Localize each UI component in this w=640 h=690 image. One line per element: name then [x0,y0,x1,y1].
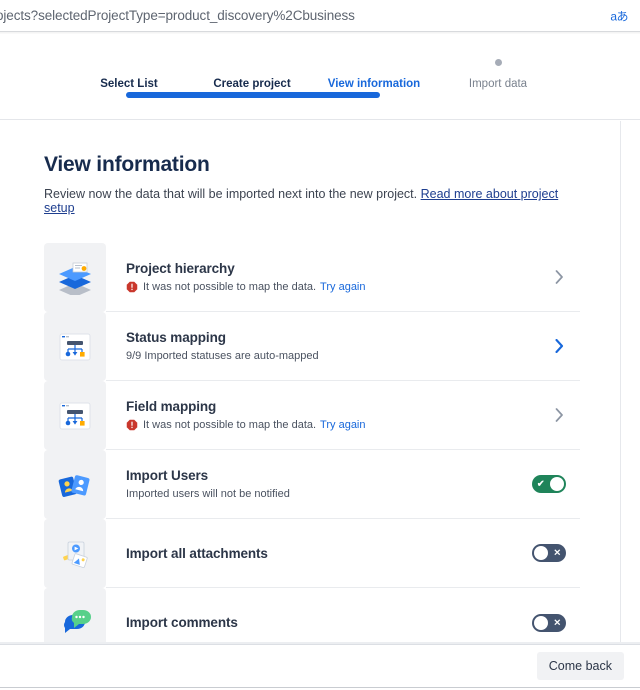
step-dot-icon [494,58,502,66]
step-label-1: Create project [213,78,291,90]
wizard-footer: Come back [0,644,640,688]
row-title: Field mapping [126,399,217,414]
row-status: Imported users will not be notified [126,488,532,500]
import-options-list: Project hierarchy It was not possible to… [44,243,580,642]
translate-icon[interactable]: aあ [610,7,628,24]
browser-url-bar[interactable]: ojects?selectedProjectType=product_disco… [0,0,640,32]
row-status: It was not possible to map the data. Try… [126,419,550,431]
step-label-0: Select List [100,78,158,90]
list-item[interactable]: Status mapping 9/9 Imported statuses are… [44,312,580,381]
page-description-text: Review now the data that will be importe… [44,187,418,201]
stepper-steps: Select List Create project View informat… [0,34,640,120]
row-icon-tile [44,312,106,381]
row-body: Import Users Imported users will not be … [106,450,580,519]
row-status-text: It was not possible to map the data. [143,419,317,431]
row-texts: Status mapping 9/9 Imported statuses are… [126,330,550,362]
chevron-right-icon[interactable] [550,406,568,424]
list-item[interactable]: Project hierarchy It was not possible to… [44,243,580,312]
field-mapping-icon [59,402,91,429]
toggle-knob [534,615,548,630]
comments-icon [64,609,91,633]
toggle-check-icon: ✔ [537,478,545,489]
import-attachments-toggle[interactable]: ✕ [532,544,566,562]
step-marker-2 [321,58,427,66]
users-cards-icon [58,474,90,497]
page-title: View information [44,153,210,176]
step-label-3: Import data [468,78,528,90]
chevron-right-icon[interactable] [550,337,568,355]
url-text[interactable]: ojects?selectedProjectType=product_disco… [0,8,355,23]
row-texts: Import Users Imported users will not be … [126,468,532,500]
row-status-text: It was not possible to map the data. [143,281,317,293]
row-title: Status mapping [126,330,226,345]
row-body: Import comments ✕ [106,588,580,642]
row-texts: Field mapping It was not possible to map… [126,399,550,431]
progress-bar-filled [126,92,380,98]
row-icon-tile [44,243,106,312]
list-item[interactable]: Field mapping It was not possible to map… [44,381,580,450]
row-icon-tile [44,381,106,450]
try-again-link[interactable]: Try again [320,419,365,431]
step-label-2: View information [327,78,421,90]
row-status-text: 9/9 Imported statuses are auto-mapped [126,350,319,362]
status-mapping-icon [59,333,91,360]
progress-stepper: Select List Create project View informat… [0,34,640,120]
list-item[interactable]: Import all attachments ✕ [44,519,580,588]
step-create-project[interactable]: Create project [199,58,305,90]
come-back-button[interactable]: Come back [536,652,624,680]
row-title: Project hierarchy [126,261,235,276]
row-status: It was not possible to map the data. Try… [126,281,550,293]
page-description: Review now the data that will be importe… [44,187,580,215]
try-again-link[interactable]: Try again [320,281,365,293]
panel-content: View information Review now the data tha… [0,121,620,642]
row-status-text: Imported users will not be notified [126,488,290,500]
chevron-right-icon[interactable] [550,268,568,286]
row-texts: Import comments [126,615,532,630]
error-icon [126,419,138,431]
row-icon-tile [44,519,106,588]
toggle-knob [534,546,548,560]
layers-icon [59,262,91,295]
list-item[interactable]: Import comments ✕ [44,588,580,642]
row-icon-tile [44,588,106,642]
step-marker-0 [76,58,182,66]
toggle-knob [550,477,564,491]
toggle-cross-icon: ✕ [553,547,561,558]
step-marker-3 [445,58,551,66]
row-title: Import comments [126,615,238,630]
error-icon [126,281,138,293]
step-marker-1 [199,58,305,66]
import-comments-toggle[interactable]: ✕ [532,613,566,632]
row-status: 9/9 Imported statuses are auto-mapped [126,350,550,362]
toggle-cross-icon: ✕ [553,617,561,627]
row-title: Import all attachments [126,545,268,561]
row-body: Field mapping It was not possible to map… [106,381,580,450]
row-body: Import all attachments ✕ [106,519,580,588]
row-texts: Import all attachments [126,546,532,561]
attachments-icon [63,541,88,568]
step-select-list[interactable]: Select List [76,58,182,90]
row-body: Project hierarchy It was not possible to… [106,243,580,312]
row-texts: Project hierarchy It was not possible to… [126,261,550,293]
row-title: Import Users [126,468,209,483]
step-view-information[interactable]: View information [321,58,427,90]
import-users-toggle[interactable]: ✔ [532,475,566,493]
row-body: Status mapping 9/9 Imported statuses are… [106,312,580,381]
list-item[interactable]: Import Users Imported users will not be … [44,450,580,519]
row-icon-tile [44,450,106,519]
step-import-data[interactable]: Import data [445,58,551,90]
main-panel: View information Review now the data tha… [0,121,621,642]
